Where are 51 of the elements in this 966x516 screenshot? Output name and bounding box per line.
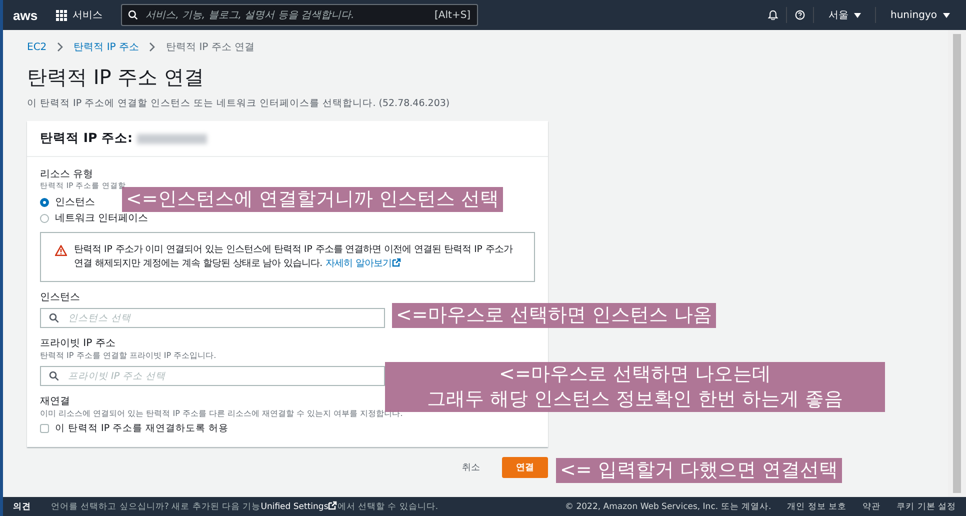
caret-icon [854,12,862,18]
aws-logo[interactable]: aws [13,8,38,22]
search-input[interactable]: 서비스, 기능, 블로그, 설명서 등을 검색합니다. [144,8,428,22]
warning-text: 탄력적 IP 주소가 이미 연결되어 있는 인스턴스에 탄력적 IP 주소를 연결하면 이전에 연결된 탄력적 IP 주소가 연결 해제되지만 계정에는 계속 할당된 상태로 남아 있습니다. 자세히 알아보기 [74,243,514,271]
redacted-value [136,134,207,144]
select-field[interactable]: 프라이빗 IP 주소 선택 [40,366,385,386]
radio-option[interactable]: 인스턴스 [40,194,95,210]
account-menu[interactable]: huningyo [884,8,956,22]
external-link-icon [328,500,338,510]
field-label: 리소스 유형 [40,168,94,181]
chevron-icon [56,42,64,52]
help-icon [795,10,806,20]
warning-icon [55,245,67,256]
cancel-button[interactable]: 취소 [462,461,480,474]
page-title: 탄력적 IP 주소 연결 [27,64,206,91]
breadcrumb-item: 탄력적 IP 주소 연결 [166,41,255,54]
select-field[interactable]: 인스턴스 선택 [40,308,385,328]
reassociate-checkbox[interactable]: 이 탄력적 IP 주소를 재연결하도록 허용 [40,422,229,435]
annotation-note: <=인스턴스에 연결할거니까 인스턴스 선택 [122,187,503,212]
services-menu[interactable]: 서비스 [50,7,109,23]
learn-more-link[interactable]: 자세히 알아보기 [326,258,401,269]
grid-icon [56,10,67,20]
search-icon [49,371,59,381]
select-input[interactable]: 프라이빗 IP 주소 선택 [66,370,376,382]
footer-link[interactable]: 쿠키 기본 설정 [896,500,956,512]
shortcut-hint: [Alt+S] [434,10,471,20]
breadcrumb-item[interactable]: EC2 [27,42,47,52]
breadcrumb-item[interactable]: 탄력적 IP 주소 [74,40,140,54]
search-icon [128,10,138,20]
card-title: 탄력적 IP 주소: [40,130,133,147]
annotation-note: <= 입력할거 다했으면 연결선택 [556,458,842,483]
caret-icon [943,12,950,18]
footer-link[interactable]: 약관 [862,500,881,512]
field-hint: 탄력적 IP 주소를 연결할 프라이빗 IP 주소입니다. [40,350,216,361]
search-field[interactable]: 서비스, 기능, 블로그, 설명서 등을 검색합니다. [Alt+S] [120,4,478,26]
footer-link[interactable]: 개인 정보 보호 [787,500,847,512]
region-menu[interactable]: 서울 [822,7,868,23]
field-label: 인스턴스 [40,291,80,304]
copyright-text: © 2022, Amazon Web Services, Inc. 또는 계열사. [565,500,772,512]
select-input[interactable]: 인스턴스 선택 [66,312,376,324]
page-description: 이 탄력적 IP 주소에 연결할 인스턴스 또는 네트워크 인터페이스를 선택합니다. (52.78.46.203) [27,97,451,110]
chevron-icon [149,42,156,52]
search-icon [49,313,59,323]
annotation-note: <=마우스로 선택하면 나오는데 그래두 해당 인스턴스 정보확인 한번 하는게 좋음 [385,362,885,412]
feedback-link[interactable]: 의견 [13,500,31,512]
external-link-icon [392,258,401,267]
bell-icon [768,10,778,20]
field-label: 프라이빗 IP 주소 [40,337,116,350]
language-notice: 언어를 선택하고 싶으십니까? 새로 추가된 다음 기능 Unified Settings 에서 선택할 수 있습니다. [51,500,438,512]
field-label: 재연결 [40,395,70,408]
annotation-note: <=마우스로 선택하면 인스턴스 나옴 [392,303,716,328]
